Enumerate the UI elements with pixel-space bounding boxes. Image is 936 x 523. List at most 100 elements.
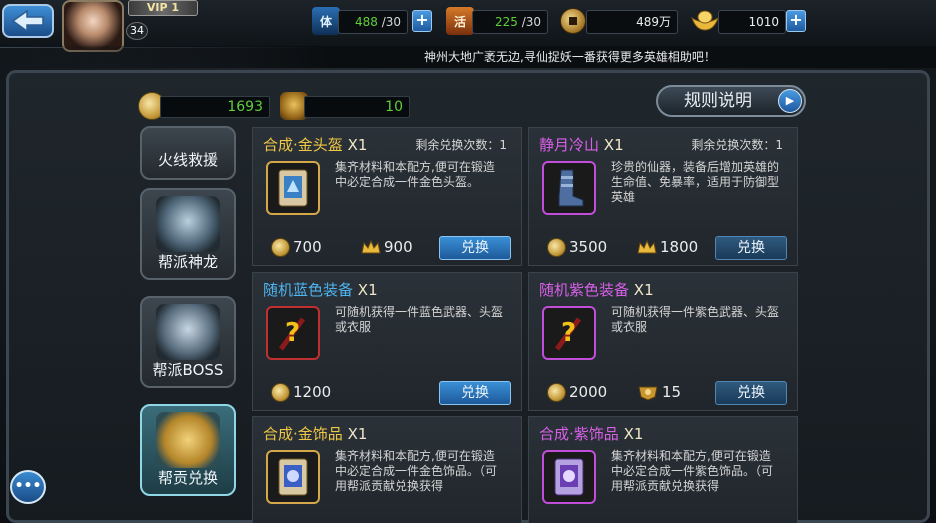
item-name: 静月冷山 <box>539 136 600 154</box>
gold-add-button[interactable]: + <box>786 10 806 32</box>
vitality-icon: 活 <box>446 7 474 35</box>
boots-icon[interactable] <box>542 161 596 215</box>
item-qty: X1 <box>603 136 624 154</box>
stamina-add-button[interactable]: + <box>412 10 432 32</box>
dragon-icon <box>156 196 220 252</box>
gold-ingot-icon <box>690 8 720 32</box>
scroll-recipe-icon[interactable] <box>266 161 320 215</box>
play-arrow-icon[interactable]: ▶ <box>778 89 802 113</box>
item-qty: X1 <box>347 425 368 443</box>
stamina-icon-label: 体 <box>319 14 332 29</box>
exchange-button[interactable]: 兑换 <box>715 381 787 405</box>
coin-icon <box>547 382 566 402</box>
exchange-card: 合成·金饰品 X1 集齐材料和本配方,便可在锻造中必定合成一件金色饰品。（可用帮… <box>252 416 522 523</box>
card-title: 合成·金头盔 X1 <box>263 134 367 155</box>
item-name: 合成·紫饰品 <box>539 425 619 443</box>
crown-icon <box>637 239 657 254</box>
item-qty: X1 <box>623 425 644 443</box>
tab-label: 帮派BOSS <box>152 361 224 379</box>
exchange-card: 静月冷山 X1 剩余兑换次数：1 珍贵的仙器，装备后增加英雄的生命值、免暴率，适… <box>528 127 798 266</box>
price-contribution: 2000 <box>547 382 607 402</box>
player-avatar[interactable] <box>62 0 124 52</box>
price-contribution: 3500 <box>547 237 607 257</box>
price-contribution: 1200 <box>271 382 331 402</box>
item-description: 珍贵的仙器，装备后增加英雄的生命值、免暴率，适用于防御型英雄 <box>611 160 780 204</box>
price-gold: 1800 <box>637 237 698 257</box>
remaining-count: 剩余兑换次数：1 <box>691 138 783 152</box>
item-name: 合成·金饰品 <box>263 425 343 443</box>
item-name: 合成·金头盔 <box>263 136 343 154</box>
coin-icon <box>271 382 290 402</box>
back-button[interactable] <box>2 4 54 38</box>
scrolling-notice: 神州大地广袤无边,寻仙捉妖一番获得更多英雄相助吧！ <box>0 46 936 68</box>
item-description: 可随机获得一件紫色武器、头盔或衣服 <box>611 305 780 334</box>
boss-icon <box>156 304 220 360</box>
item-qty: X1 <box>357 281 378 299</box>
chat-bubble-icon[interactable]: ••• <box>10 470 46 504</box>
exchange-button[interactable]: 兑换 <box>439 381 511 405</box>
vip-label[interactable]: VIP 1 <box>128 0 198 16</box>
crown-icon <box>361 239 381 254</box>
exchange-button[interactable]: 兑换 <box>715 236 787 260</box>
scroll-recipe-icon[interactable] <box>266 450 320 504</box>
price-value: 2000 <box>569 383 608 401</box>
vitality-field: 225 /30 <box>472 10 548 34</box>
tab-fire-rescue[interactable]: 火线救援 <box>140 126 236 180</box>
tab-guild-boss[interactable]: 帮派BOSS <box>140 296 236 388</box>
stamina-field: 488 /30 <box>338 10 408 34</box>
price-gold: 900 <box>361 237 413 257</box>
item-qty: X1 <box>347 136 368 154</box>
tab-contribution-exchange[interactable]: 帮贡兑换 <box>140 404 236 496</box>
price-value: 900 <box>384 238 413 256</box>
coins-field: 489万 <box>586 10 678 34</box>
item-name: 随机蓝色装备 <box>263 281 354 299</box>
price-token: 15 <box>637 382 681 402</box>
item-name: 随机紫色装备 <box>539 281 630 299</box>
tab-guild-dragon[interactable]: 帮派神龙 <box>140 188 236 280</box>
copper-coin-icon <box>560 8 586 34</box>
guild-token-icon <box>638 386 658 401</box>
stamina-icon: 体 <box>312 7 340 35</box>
price-value: 1800 <box>660 238 699 256</box>
price-value: 1200 <box>293 383 332 401</box>
stamina-value: 488 <box>354 15 378 29</box>
coin-icon <box>271 237 290 257</box>
svg-text:?: ? <box>561 318 576 348</box>
mystery-equipment-icon[interactable]: ? <box>542 306 596 360</box>
exchange-card: 随机蓝色装备 X1 ? 可随机获得一件蓝色武器、头盔或衣服 1200 兑换 <box>252 272 522 411</box>
item-description: 集齐材料和本配方,便可在锻造中必定合成一件紫色饰品。（可用帮派贡献兑换获得 <box>611 449 774 493</box>
vitality-max: /30 <box>521 15 541 29</box>
price-value: 15 <box>662 383 682 401</box>
scroll-recipe-icon[interactable] <box>542 450 596 504</box>
item-description: 集齐材料和本配方,便可在锻造中必定合成一件金色头盔。 <box>335 160 495 189</box>
price-contribution: 700 <box>271 237 322 257</box>
screen: VIP 1 34 体 488 /30 + 活 225 /30 489万 1010… <box>0 0 936 523</box>
guild-token-value: 10 <box>304 96 410 118</box>
item-qty: X1 <box>633 281 654 299</box>
tab-label: 火线救援 <box>157 151 218 169</box>
tab-label: 帮贡兑换 <box>157 469 218 487</box>
stamina-max: /30 <box>381 15 401 29</box>
mystery-equipment-icon[interactable]: ? <box>266 306 320 360</box>
exchange-card: 合成·金头盔 X1 剩余兑换次数：1 集齐材料和本配方,便可在锻造中必定合成一件… <box>252 127 522 266</box>
card-title: 合成·紫饰品 X1 <box>539 423 643 444</box>
card-title: 静月冷山 X1 <box>539 134 624 155</box>
remaining-count: 剩余兑换次数：1 <box>415 138 507 152</box>
gold-field: 1010 <box>718 10 786 34</box>
tab-label: 帮派神龙 <box>157 253 218 271</box>
vitality-icon-label: 活 <box>453 14 466 29</box>
item-description: 可随机获得一件蓝色武器、头盔或衣服 <box>335 305 504 334</box>
money-bag-icon <box>156 412 220 468</box>
card-title: 随机蓝色装备 X1 <box>263 279 378 300</box>
exchange-button[interactable]: 兑换 <box>439 236 511 260</box>
vitality-value: 225 <box>494 15 518 29</box>
card-title: 合成·金饰品 X1 <box>263 423 367 444</box>
card-title: 随机紫色装备 X1 <box>539 279 654 300</box>
player-level-badge: 34 <box>126 22 148 40</box>
item-description: 集齐材料和本配方,便可在锻造中必定合成一件金色饰品。（可用帮派贡献兑换获得 <box>335 449 498 493</box>
svg-text:?: ? <box>285 318 300 348</box>
price-value: 3500 <box>569 238 608 256</box>
coin-icon <box>547 237 566 257</box>
exchange-card: 合成·紫饰品 X1 集齐材料和本配方,便可在锻造中必定合成一件紫色饰品。（可用帮… <box>528 416 798 523</box>
price-value: 700 <box>293 238 322 256</box>
